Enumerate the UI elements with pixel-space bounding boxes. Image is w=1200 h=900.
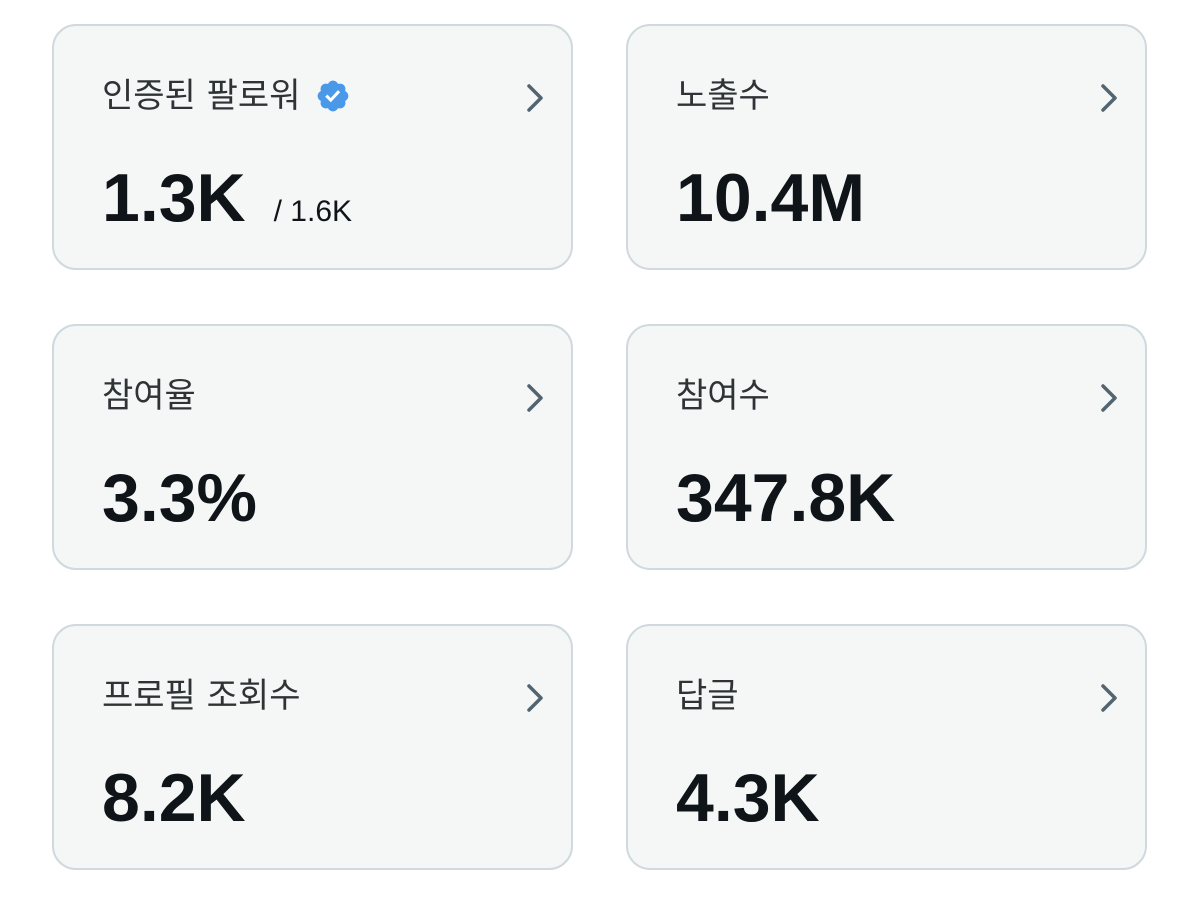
card-header: 프로필 조회수	[102, 674, 301, 718]
card-label: 참여율	[102, 376, 196, 416]
card-value-row: 347.8K	[676, 458, 895, 538]
card-label: 답글	[676, 676, 739, 716]
metric-value: 8.2K	[102, 760, 246, 836]
card-value-row: 3.3%	[102, 458, 257, 538]
metric-value: 347.8K	[676, 460, 896, 536]
card-label: 인증된 팔로워	[102, 76, 301, 116]
metric-value: 10.4M	[676, 160, 865, 236]
chevron-right-icon	[527, 384, 543, 412]
card-value-row: 4.3K	[676, 758, 820, 838]
chevron-right-icon	[527, 684, 543, 712]
card-header: 참여수	[676, 374, 770, 418]
metric-value: 1.3K	[102, 160, 246, 236]
card-header: 답글	[676, 674, 739, 718]
card-replies[interactable]: 답글 4.3K	[626, 624, 1147, 870]
chevron-right-icon	[1101, 384, 1117, 412]
card-header: 인증된 팔로워	[102, 74, 351, 118]
metrics-grid: 인증된 팔로워 1.3K / 1.6K 노출수 10.4M 참여율 3.3% 참…	[0, 0, 1200, 900]
chevron-right-icon	[1101, 84, 1117, 112]
card-value-row: 8.2K	[102, 758, 246, 838]
card-profile-visits[interactable]: 프로필 조회수 8.2K	[52, 624, 573, 870]
card-verified-followers[interactable]: 인증된 팔로워 1.3K / 1.6K	[52, 24, 573, 270]
chevron-right-icon	[527, 84, 543, 112]
card-label: 프로필 조회수	[102, 676, 301, 716]
card-impressions[interactable]: 노출수 10.4M	[626, 24, 1147, 270]
verified-badge-icon	[317, 80, 348, 112]
card-engagement-rate[interactable]: 참여율 3.3%	[52, 324, 573, 570]
card-label: 노출수	[676, 76, 770, 116]
metric-total: / 1.6K	[273, 195, 353, 228]
card-label: 참여수	[676, 376, 770, 416]
metric-value: 4.3K	[676, 760, 820, 836]
metric-value: 3.3%	[102, 460, 257, 536]
chevron-right-icon	[1101, 684, 1117, 712]
card-header: 참여율	[102, 374, 196, 418]
card-header: 노출수	[676, 74, 770, 118]
card-engagements[interactable]: 참여수 347.8K	[626, 324, 1147, 570]
card-value-row: 1.3K / 1.6K	[102, 158, 352, 238]
card-value-row: 10.4M	[676, 158, 865, 238]
